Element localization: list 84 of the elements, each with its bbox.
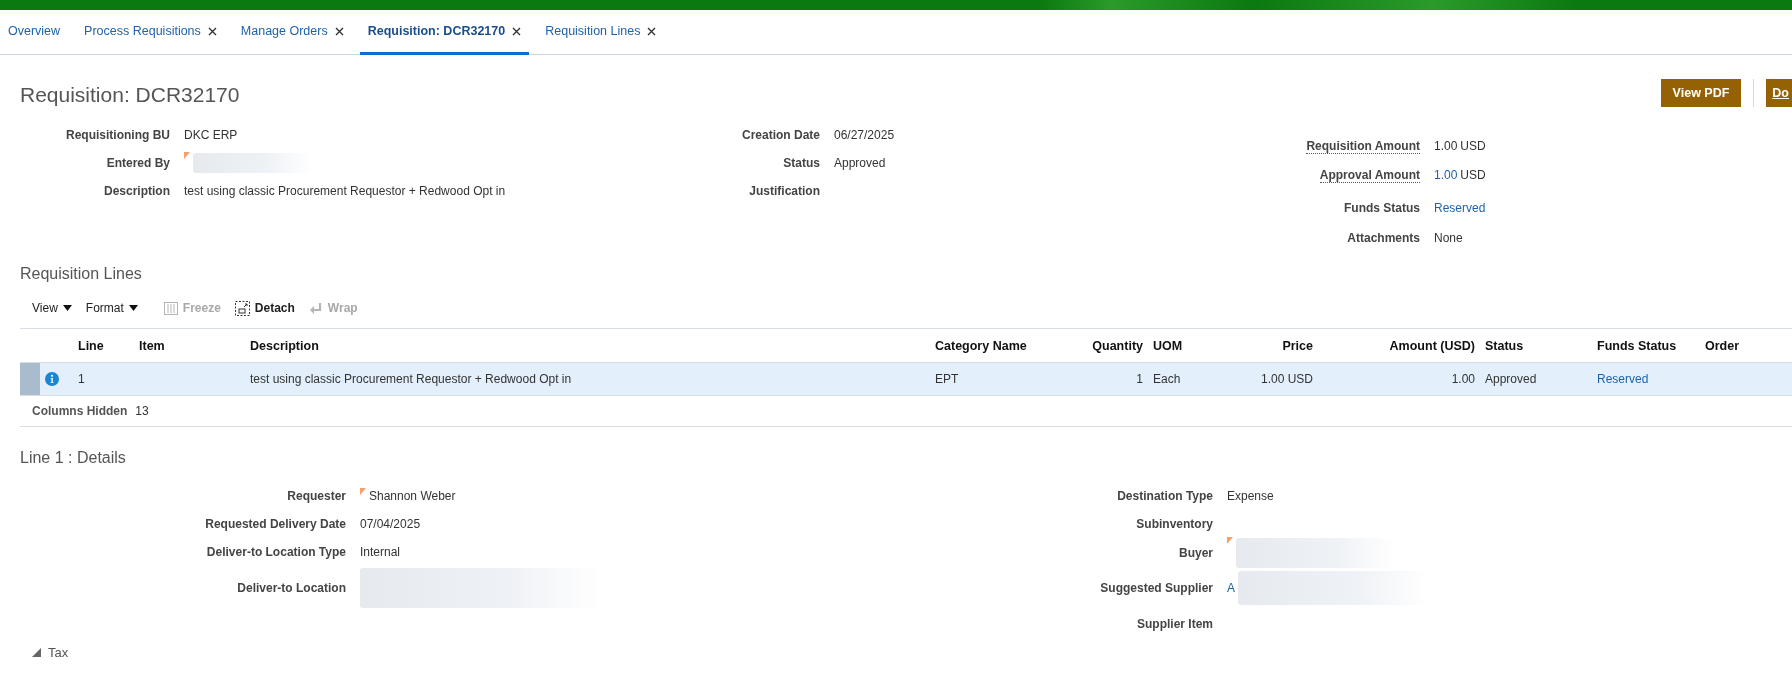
field-label: Creation Date bbox=[741, 128, 820, 142]
column-header[interactable]: Item bbox=[134, 329, 245, 362]
column-header[interactable]: Line bbox=[73, 329, 134, 362]
detach-icon bbox=[234, 300, 250, 316]
table-cell: EPT bbox=[935, 372, 959, 386]
table-cell: Each bbox=[1153, 372, 1181, 386]
field-label: Buyer bbox=[1179, 546, 1213, 560]
table-cell: 1 bbox=[1136, 372, 1143, 386]
flag-icon bbox=[1227, 537, 1233, 544]
close-icon[interactable] bbox=[512, 26, 522, 36]
column-header[interactable]: Status bbox=[1480, 329, 1592, 362]
field-value: test using classic Procurement Requestor + Redwood Opt in bbox=[184, 184, 506, 198]
field-label: Supplier Item bbox=[1137, 617, 1213, 631]
field-link[interactable]: Reserved bbox=[1434, 200, 1486, 215]
column-header[interactable]: Category Name bbox=[930, 329, 1085, 362]
menu-button[interactable]: View bbox=[32, 301, 72, 315]
field-label: Requisitioning BU bbox=[66, 128, 170, 142]
table-cell: test using classic Procurement Requestor + Redwood Opt in bbox=[250, 372, 572, 386]
caret-icon bbox=[62, 305, 72, 311]
page-title: Requisition: DCR32170 bbox=[20, 83, 240, 107]
field-value: Internal bbox=[360, 545, 401, 559]
tab[interactable]: Requisition Lines bbox=[537, 10, 665, 55]
field-value: None bbox=[1434, 231, 1463, 245]
amount-value: 1.00 bbox=[1434, 139, 1458, 153]
tab[interactable]: Process Requisitions bbox=[76, 10, 225, 55]
table-row[interactable]: 1 test using classic Procurement Requestor + Redwood Opt in EPT 1 Each 1.00 USD 1.00 Approved Reserved bbox=[20, 363, 1792, 396]
field-label: Approval Amount bbox=[1319, 167, 1420, 183]
field-label: Destination Type bbox=[1117, 489, 1213, 503]
column-header[interactable]: Funds Status bbox=[1592, 329, 1700, 362]
close-icon[interactable] bbox=[334, 26, 344, 36]
column-header[interactable]: Description bbox=[245, 329, 930, 362]
column-header[interactable]: Amount (USD) bbox=[1318, 329, 1480, 362]
return-arrow-icon bbox=[308, 301, 323, 315]
cell-link[interactable]: Reserved bbox=[1597, 372, 1649, 386]
info-icon[interactable] bbox=[45, 372, 59, 386]
flag-icon bbox=[360, 488, 366, 495]
field-link[interactable]: A bbox=[1227, 581, 1235, 595]
field-value: 07/04/2025 bbox=[360, 517, 421, 531]
flag-icon bbox=[184, 152, 190, 159]
amount-link[interactable]: 1.00 bbox=[1434, 168, 1458, 182]
action-button[interactable]: Do bbox=[1766, 79, 1792, 107]
table-cell: Approved bbox=[1485, 372, 1537, 386]
field-label: Requested Delivery Date bbox=[205, 517, 346, 531]
column-header[interactable]: Order bbox=[1700, 329, 1792, 362]
column-header[interactable]: Price bbox=[1225, 329, 1318, 362]
field-label: Attachments bbox=[1347, 231, 1420, 245]
table-cell: 1.00 bbox=[1451, 372, 1475, 386]
field-label: Suggested Supplier bbox=[1100, 581, 1213, 595]
section-title: Requisition Lines bbox=[20, 265, 143, 283]
tab[interactable]: Overview bbox=[0, 10, 69, 55]
disclosure-toggle[interactable]: Tax bbox=[20, 644, 75, 661]
column-header[interactable]: UOM bbox=[1148, 329, 1225, 362]
field-label: Description bbox=[104, 184, 170, 198]
hidden-columns-label: Columns Hidden bbox=[32, 404, 128, 418]
table-cell: 1.00 USD bbox=[1260, 372, 1313, 386]
table-cell: 1 bbox=[78, 372, 85, 386]
tab[interactable]: Manage Orders bbox=[232, 10, 352, 55]
field-value: Expense bbox=[1227, 489, 1274, 503]
hidden-columns-count: 13 bbox=[135, 404, 149, 418]
caret-icon bbox=[128, 305, 138, 311]
close-icon[interactable] bbox=[647, 26, 657, 36]
field-value: DKC ERP bbox=[184, 128, 238, 142]
field-value: Approved bbox=[834, 156, 886, 170]
field-label: Requester bbox=[287, 489, 346, 503]
person-name: Shannon Weber bbox=[369, 489, 456, 503]
tab[interactable]: Requisition: DCR32170 bbox=[359, 10, 530, 55]
menu-button[interactable]: Format bbox=[85, 301, 138, 315]
column-header[interactable]: Quantity bbox=[1085, 329, 1148, 362]
close-icon[interactable] bbox=[207, 26, 217, 36]
field-label: Subinventory bbox=[1136, 517, 1213, 531]
field-label: Entered By bbox=[106, 156, 170, 170]
section-title: Line 1 : Details bbox=[20, 449, 127, 467]
field-label: Deliver-to Location Type bbox=[206, 545, 346, 559]
columns-icon bbox=[163, 301, 178, 315]
toolbar-button[interactable]: Detach bbox=[234, 300, 295, 316]
field-label: Justification bbox=[749, 184, 820, 198]
action-button[interactable]: View PDF bbox=[1660, 79, 1742, 107]
currency-code: USD bbox=[1460, 139, 1486, 153]
currency-code: USD bbox=[1460, 168, 1486, 182]
field-label: Requisition Amount bbox=[1306, 138, 1420, 154]
field-label: Deliver-to Location bbox=[237, 581, 346, 595]
field-label: Status bbox=[783, 156, 820, 170]
field-label: Funds Status bbox=[1344, 200, 1420, 215]
field-value: 06/27/2025 bbox=[834, 128, 895, 142]
